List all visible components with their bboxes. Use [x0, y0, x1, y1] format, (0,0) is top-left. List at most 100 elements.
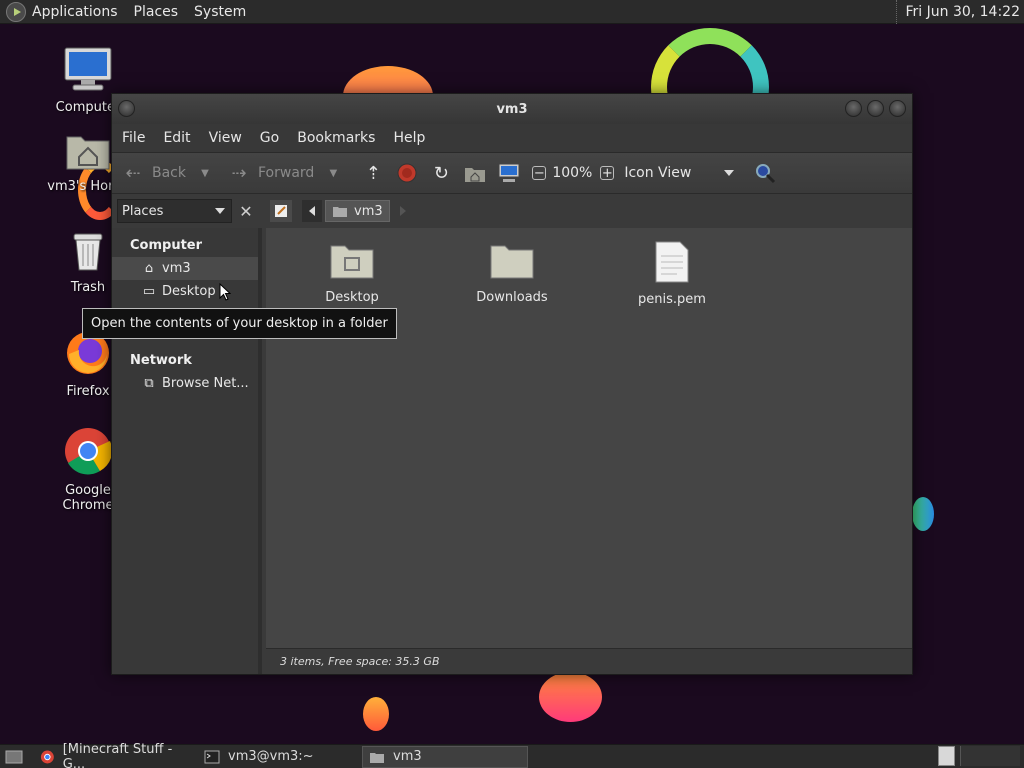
- path-right-button[interactable]: [396, 200, 410, 222]
- file-item-downloads[interactable]: Downloads: [452, 240, 572, 305]
- stop-button[interactable]: [396, 162, 418, 184]
- desktop-folder-icon: ▭: [142, 284, 156, 299]
- system-menu[interactable]: System: [194, 4, 246, 20]
- window-menu-button[interactable]: [118, 100, 135, 117]
- workspace-switcher[interactable]: [938, 746, 955, 766]
- menu-help[interactable]: Help: [393, 130, 425, 146]
- text-file-icon: [655, 241, 689, 283]
- file-item-penis-pem[interactable]: penis.pem: [612, 240, 732, 307]
- reload-icon: ↻: [433, 162, 449, 184]
- menu-edit[interactable]: Edit: [163, 130, 190, 146]
- path-left-button[interactable]: [302, 200, 322, 222]
- sidebar-item-label: vm3: [162, 261, 191, 276]
- back-arrow-icon: ⇠: [125, 162, 141, 184]
- forward-arrow-icon: ⇢: [231, 162, 247, 184]
- chevron-down-icon: [724, 170, 735, 176]
- home-folder-icon: ⌂: [144, 261, 154, 276]
- places-menu[interactable]: Places: [134, 4, 179, 20]
- bottom-panel: [Minecraft Stuff - G... vm3@vm3:~ vm3: [0, 742, 1024, 768]
- sidebar-mode-select[interactable]: Places: [117, 199, 232, 223]
- zoom-in-button[interactable]: +: [600, 165, 615, 181]
- computer-small-icon: [498, 163, 520, 182]
- home-icon: [465, 168, 486, 182]
- sidebar-item-label: Desktop: [162, 284, 216, 299]
- computer-icon: [64, 47, 112, 91]
- sidebar-item-desktop[interactable]: ▭ Desktop: [112, 280, 258, 303]
- minimize-button[interactable]: [845, 100, 862, 117]
- forward-history-icon[interactable]: ▼: [322, 162, 344, 184]
- chevron-right-icon: [399, 206, 406, 216]
- sidebar-header-computer: Computer: [130, 238, 203, 253]
- close-sidebar-icon[interactable]: ✕: [236, 200, 256, 222]
- sidebar-item-vm3[interactable]: ⌂ vm3: [112, 257, 258, 280]
- file-label: Desktop: [325, 290, 379, 305]
- toggle-location-entry-button[interactable]: [270, 200, 292, 222]
- sidebar-mode-value: Places: [122, 203, 164, 219]
- status-bar: 3 items, Free space: 35.3 GB: [266, 648, 912, 674]
- menu-go[interactable]: Go: [260, 130, 279, 146]
- file-manager-window: vm3 File Edit View Go Bookmarks Help ⇠ B…: [111, 93, 913, 675]
- view-mode-select[interactable]: Icon View: [624, 165, 735, 181]
- up-arrow-icon: ⇡: [365, 162, 381, 184]
- window-titlebar[interactable]: vm3: [112, 94, 912, 124]
- zoom-out-icon: −: [532, 165, 547, 181]
- home-folder-icon: [333, 207, 347, 217]
- terminal-icon: [204, 750, 220, 763]
- view-mode-value: Icon View: [624, 165, 692, 181]
- file-item-desktop[interactable]: Desktop: [292, 240, 412, 305]
- task-file-manager[interactable]: vm3: [362, 745, 528, 768]
- zoom-in-icon: +: [600, 165, 615, 181]
- up-button[interactable]: ⇡: [362, 162, 384, 184]
- sidebar-header-network: Network: [130, 353, 192, 368]
- chrome-icon: [65, 428, 113, 475]
- clock[interactable]: Fri Jun 30, 14:22: [896, 0, 1020, 24]
- menu-bookmarks[interactable]: Bookmarks: [297, 130, 375, 146]
- folder-icon: [490, 245, 534, 279]
- search-button[interactable]: [754, 162, 776, 184]
- maximize-button[interactable]: [867, 100, 884, 117]
- stop-icon: [397, 163, 417, 183]
- task-label: vm3: [393, 749, 422, 764]
- task-chrome[interactable]: [Minecraft Stuff - G...: [34, 742, 194, 768]
- edit-icon: [275, 205, 287, 217]
- task-label: vm3@vm3:~: [228, 749, 314, 764]
- desktop-folder-icon: [330, 245, 374, 279]
- show-desktop-button[interactable]: [0, 746, 28, 768]
- back-button[interactable]: ⇠ Back ▼: [122, 162, 216, 184]
- bg-blob-bottom: [539, 672, 602, 722]
- forward-button[interactable]: ⇢ Forward ▼: [228, 162, 344, 184]
- folder-icon: [370, 752, 384, 763]
- file-label: Downloads: [476, 290, 548, 305]
- workspace-switcher-2[interactable]: [960, 746, 1020, 766]
- forward-label: Forward: [258, 165, 315, 181]
- sidebar-item-label: Browse Net...: [162, 376, 249, 391]
- home-button[interactable]: [464, 163, 486, 183]
- menu-file[interactable]: File: [122, 130, 145, 146]
- file-view[interactable]: Desktop Downloads penis.pem: [266, 228, 912, 648]
- trash-icon: [73, 233, 103, 271]
- top-panel: Applications Places System Fri Jun 30, 1…: [0, 0, 1024, 24]
- mouse-cursor-icon: [219, 283, 231, 301]
- places-sidebar: Computer ⌂ vm3 ▭ Desktop Network ⧉ Brows…: [112, 228, 262, 674]
- applications-menu[interactable]: Applications: [32, 4, 118, 20]
- back-history-icon[interactable]: ▼: [194, 162, 216, 184]
- bg-blob-small: [363, 697, 389, 731]
- menu-view[interactable]: View: [209, 130, 242, 146]
- back-label: Back: [152, 165, 186, 181]
- distro-logo-icon[interactable]: [6, 1, 26, 22]
- path-button-vm3[interactable]: vm3: [325, 200, 390, 222]
- zoom-out-button[interactable]: −: [532, 165, 547, 181]
- task-terminal[interactable]: vm3@vm3:~: [198, 746, 358, 768]
- bg-blob-blue: [912, 497, 934, 531]
- sidebar-item-browse-network[interactable]: ⧉ Browse Net...: [112, 372, 258, 395]
- zoom-level: 100%: [552, 165, 593, 181]
- close-button[interactable]: [889, 100, 906, 117]
- task-label: [Minecraft Stuff - G...: [62, 741, 173, 768]
- search-icon: [756, 164, 776, 184]
- menubar: File Edit View Go Bookmarks Help: [112, 124, 912, 152]
- computer-button[interactable]: [498, 163, 520, 183]
- toolbar: ⇠ Back ▼ ⇢ Forward ▼ ⇡ ↻ − 100% + Icon V…: [112, 152, 912, 194]
- network-icon: ⧉: [144, 376, 154, 391]
- reload-button[interactable]: ↻: [430, 162, 452, 184]
- chrome-icon: [40, 750, 54, 763]
